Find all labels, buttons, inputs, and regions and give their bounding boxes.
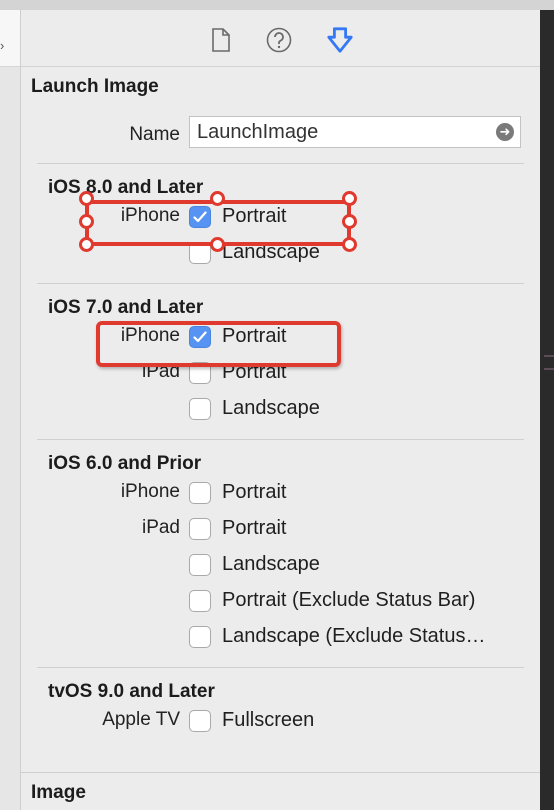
- annotation-handle[interactable]: [79, 214, 94, 229]
- group-header: iOS 7.0 and Later: [48, 297, 204, 318]
- annotation-handle[interactable]: [210, 191, 225, 206]
- section-title-launch-image: Launch Image: [31, 76, 159, 97]
- annotation-handle[interactable]: [210, 237, 225, 252]
- group-header: tvOS 9.0 and Later: [48, 681, 215, 702]
- group-header: iOS 8.0 and Later: [48, 177, 204, 198]
- checkbox[interactable]: [189, 626, 211, 648]
- canvas-marker: [544, 368, 554, 370]
- attributes-icon[interactable]: [326, 26, 354, 54]
- file-icon[interactable]: [207, 26, 235, 54]
- checkbox[interactable]: [189, 482, 211, 504]
- group-divider: [37, 439, 524, 440]
- section-title-image: Image: [31, 782, 86, 803]
- checkbox[interactable]: [189, 554, 211, 576]
- checkbox-label[interactable]: Landscape (Exclude Status…: [222, 625, 486, 648]
- checkbox-label[interactable]: Portrait: [222, 517, 286, 540]
- checkbox-label[interactable]: Fullscreen: [222, 709, 314, 732]
- group-divider: [37, 283, 524, 284]
- annotation-highlight-box: [96, 321, 341, 367]
- editor-pane: ›: [0, 10, 21, 810]
- checkbox[interactable]: [189, 398, 211, 420]
- help-icon[interactable]: [265, 26, 293, 54]
- annotation-handle[interactable]: [79, 237, 94, 252]
- inspector-tab-bar: [21, 10, 540, 67]
- group-divider: [37, 163, 524, 164]
- checkbox-label[interactable]: Portrait: [222, 481, 286, 504]
- group-header: iOS 6.0 and Prior: [48, 453, 202, 474]
- arrow-right-circle-icon[interactable]: ➜: [496, 123, 514, 141]
- name-input[interactable]: [197, 120, 487, 144]
- name-label: Name: [129, 124, 180, 145]
- annotation-handle[interactable]: [79, 191, 94, 206]
- annotation-handle[interactable]: [342, 191, 357, 206]
- device-label: Apple TV: [102, 709, 180, 730]
- section-divider: [21, 772, 540, 773]
- checkbox-label[interactable]: Portrait (Exclude Status Bar): [222, 589, 475, 612]
- canvas-marker: [544, 355, 554, 357]
- annotation-handle[interactable]: [342, 214, 357, 229]
- device-label: iPhone: [120, 481, 180, 502]
- checkbox-label[interactable]: Landscape: [222, 397, 320, 420]
- checkbox[interactable]: [189, 710, 211, 732]
- annotation-handle[interactable]: [342, 237, 357, 252]
- checkbox[interactable]: [189, 590, 211, 612]
- name-field[interactable]: ➜: [189, 116, 521, 148]
- attributes-inspector: Launch Image Name ➜ iOS 8.0 and Later iPh…: [21, 10, 540, 810]
- checkbox[interactable]: [189, 518, 211, 540]
- canvas-edge: [540, 10, 554, 810]
- editor-pane-header: ›: [0, 10, 20, 67]
- chevron-right-icon[interactable]: ›: [0, 38, 4, 53]
- device-label: iPad: [141, 517, 180, 538]
- checkbox-label[interactable]: Landscape: [222, 553, 320, 576]
- group-divider: [37, 667, 524, 668]
